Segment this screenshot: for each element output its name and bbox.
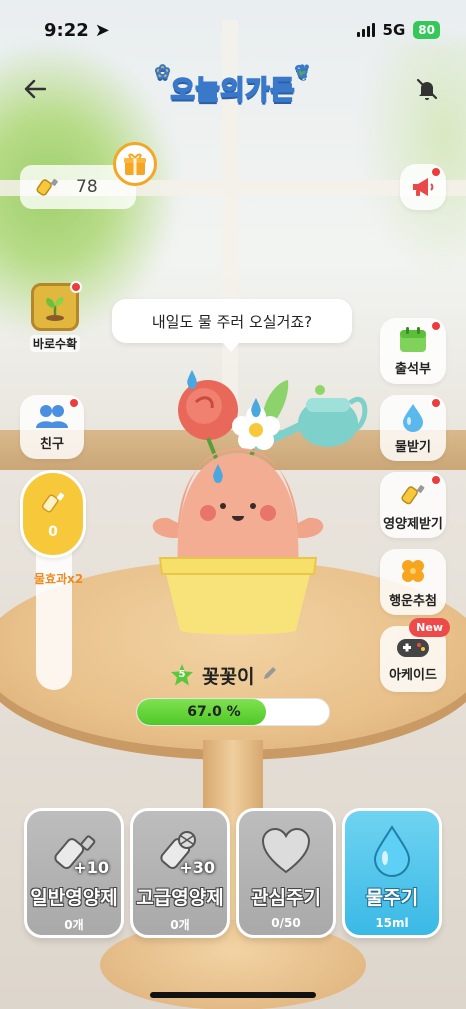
bell-off-icon — [416, 78, 438, 100]
quick-harvest-button[interactable]: 바로수확 — [22, 281, 88, 353]
nutrient-icon — [401, 484, 425, 504]
bonus-label: +30 — [179, 858, 215, 877]
action-title: 일반영양제 — [30, 887, 118, 909]
edit-name-button[interactable] — [262, 665, 278, 685]
back-arrow-icon — [24, 79, 46, 99]
bonus-label: +10 — [73, 858, 109, 877]
plant-name: 꽃꽃이 — [202, 665, 255, 688]
new-badge: New — [409, 618, 450, 637]
battery-level: 80 — [418, 23, 435, 37]
water-effect-text: 물효과x2 — [34, 572, 84, 586]
friends-label: 친구 — [40, 436, 64, 452]
water-effect-note: 물효과x2 — [34, 570, 83, 587]
battery-icon: 80 — [413, 21, 440, 39]
level-badge: 5 — [170, 663, 194, 687]
megaphone-icon — [413, 178, 434, 196]
leaf-icon: ❦ — [294, 61, 311, 84]
logo-text: 오늘의가든 — [170, 75, 296, 107]
level-value: 5 — [178, 669, 186, 680]
action-title: 물주기 — [365, 887, 419, 909]
flower-icon: ✿ — [154, 61, 172, 84]
progress-text: 67.0 % — [187, 704, 241, 720]
network-label: 5G — [382, 21, 406, 39]
nutrient-icon — [36, 178, 58, 196]
pencil-icon — [264, 667, 277, 679]
notification-dot — [430, 166, 442, 178]
action-title: 고급영양제 — [136, 887, 224, 909]
notification-dot — [430, 474, 442, 486]
notification-dot — [430, 320, 442, 332]
action-count: 0/50 — [271, 916, 301, 930]
home-indicator[interactable] — [150, 992, 316, 998]
action-count: 15ml — [375, 916, 409, 930]
speech-bubble: 내일도 물 주러 오실거죠? — [112, 299, 352, 352]
lucky-draw-label: 행운추첨 — [389, 593, 437, 609]
mute-button[interactable] — [410, 72, 444, 106]
gamepad-icon — [397, 638, 429, 657]
points-value: 78 — [76, 177, 98, 197]
gift-icon — [124, 153, 146, 175]
signal-icon — [356, 23, 375, 37]
status-time: 9:22 — [44, 19, 89, 41]
get-water-label: 물받기 — [395, 439, 431, 455]
premium-nutrient-button[interactable]: +30 고급영양제 0개 — [130, 808, 230, 938]
plant-name-row: 5 꽃꽃이 — [170, 660, 278, 690]
sprout-icon — [46, 297, 64, 321]
water-drop-icon — [373, 825, 411, 877]
app-logo: ✿ 오늘의가든 ❦ — [153, 61, 313, 114]
calendar-icon — [400, 326, 426, 352]
arcade-label: 아케이드 — [389, 667, 437, 683]
give-attention-button[interactable]: 관심주기 0/50 — [236, 808, 336, 938]
attendance-button[interactable]: 출석부 — [380, 318, 446, 384]
get-nutrient-button[interactable]: 영양제받기 — [380, 472, 446, 538]
plant-character[interactable] — [138, 368, 378, 638]
gift-button[interactable] — [113, 142, 157, 186]
nutrient-bottle-icon — [41, 492, 65, 513]
heart-icon — [261, 828, 311, 874]
normal-nutrient-button[interactable]: +10 일반영양제 0개 — [24, 808, 124, 938]
gauge-indicator: 0 — [20, 470, 86, 558]
growth-progress-bar: 67.0 % — [136, 698, 330, 726]
attendance-label: 출석부 — [395, 361, 431, 377]
lucky-draw-button[interactable]: 행운추첨 — [380, 549, 446, 615]
friends-button[interactable]: 친구 — [20, 395, 84, 459]
location-icon: ➤ — [94, 19, 110, 41]
action-count: 0개 — [170, 918, 190, 932]
clover-icon — [402, 559, 424, 582]
notification-dot — [430, 397, 442, 409]
notification-dot — [70, 281, 82, 293]
get-nutrient-label: 영양제받기 — [383, 516, 443, 532]
back-button[interactable] — [18, 72, 52, 106]
harvest-label: 바로수확 — [29, 335, 81, 352]
water-plant-button[interactable]: 물주기 15ml — [342, 808, 442, 938]
action-count: 0개 — [64, 918, 84, 932]
announcement-button[interactable] — [400, 164, 446, 210]
water-drop-icon — [403, 403, 423, 432]
notification-dot — [68, 397, 80, 409]
status-bar: 9:22 ➤ 5G 80 — [0, 0, 466, 60]
action-title: 관심주기 — [251, 887, 321, 909]
get-water-button[interactable]: 물받기 — [380, 395, 446, 461]
speech-text: 내일도 물 주러 오실거죠? — [151, 312, 313, 331]
friends-icon — [36, 404, 68, 428]
arcade-button[interactable]: 아케이드 New — [380, 618, 450, 692]
gauge-value: 0 — [48, 524, 58, 540]
